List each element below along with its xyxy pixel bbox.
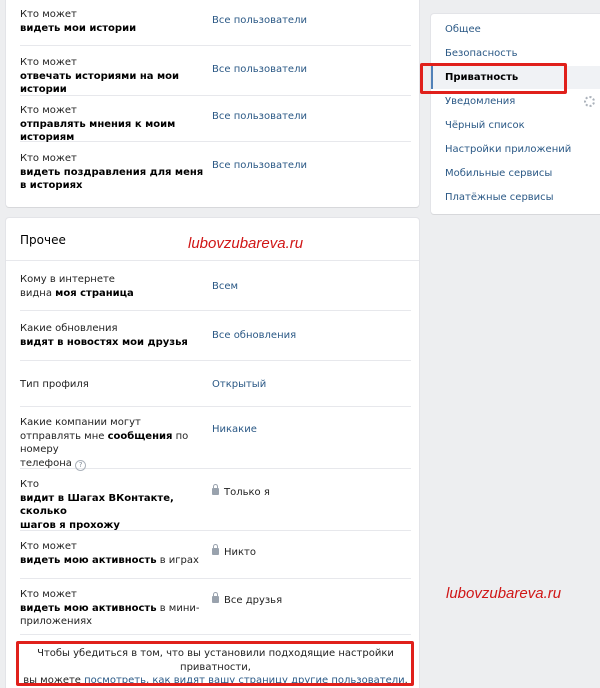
setting-row-company-messages: Какие компании могут отправлять мне сооб…	[20, 407, 411, 471]
view-as-others-link[interactable]: посмотреть, как видят вашу страницу друг…	[84, 675, 404, 686]
setting-value-dropdown[interactable]: Все пользователи	[212, 14, 307, 27]
setting-label: Кто может отвечать историями на мои исто…	[20, 57, 180, 95]
sidebar-item-security[interactable]: Безопасность	[431, 42, 600, 65]
setting-label: Какие компании могут отправлять мне сооб…	[20, 417, 189, 471]
watermark-text: lubovzubareva.ru	[188, 235, 304, 252]
setting-label: Тип профиля	[20, 379, 89, 390]
setting-value-dropdown[interactable]: Никакие	[212, 423, 257, 436]
setting-row-miniapps-activity: Кто может видеть мою активность в мини- …	[20, 579, 411, 635]
privacy-check-note: Чтобы убедиться в том, что вы установили…	[23, 648, 408, 686]
section-title: Прочее	[20, 233, 66, 247]
setting-row-reply-stories: Кто может отвечать историями на мои исто…	[20, 46, 411, 96]
setting-value-dropdown[interactable]: Все пользователи	[212, 159, 307, 172]
setting-row-friends-news: Какие обновления видят в новостях мои др…	[20, 311, 411, 361]
setting-label: Кто может отправлять мнения к моим истор…	[20, 105, 176, 143]
sidebar-item-privacy[interactable]: Приватность	[431, 66, 600, 89]
sidebar-item-notifications[interactable]: Уведомления	[431, 90, 600, 113]
lock-icon	[212, 484, 219, 495]
sidebar-item-mobile-services[interactable]: Мобильные сервисы	[431, 162, 600, 185]
setting-row-profile-type: Тип профиля Открытый	[20, 361, 411, 407]
setting-label: Какие обновления видят в новостях мои др…	[20, 323, 188, 348]
setting-value-locked: Только я	[212, 484, 270, 499]
setting-value-locked: Никто	[212, 544, 256, 559]
setting-label: Кто может видеть мою активность в играх	[20, 541, 199, 566]
setting-row-page-visibility: Кому в интернете видна моя страница Всем	[20, 261, 411, 311]
lock-icon	[212, 544, 219, 555]
lock-icon	[212, 592, 219, 603]
setting-value-dropdown[interactable]: Все пользователи	[212, 63, 307, 76]
other-settings-card: Прочее Кому в интернете видна моя страни…	[6, 218, 419, 688]
setting-row-congrats-stories: Кто может видеть поздравления для меня в…	[20, 142, 411, 202]
setting-value-dropdown[interactable]: Всем	[212, 280, 238, 293]
sidebar-item-app-settings[interactable]: Настройки приложений	[431, 138, 600, 161]
settings-sidebar: Общее Безопасность Приватность Уведомлен…	[431, 14, 600, 214]
setting-row-vk-steps: Кто видит в Шагах ВКонтакте, сколько шаг…	[20, 469, 411, 531]
setting-value-dropdown[interactable]: Все пользователи	[212, 110, 307, 123]
setting-label: Кто видит в Шагах ВКонтакте, сколько шаг…	[20, 479, 174, 531]
stories-privacy-card: Кто может видеть мои истории Все пользов…	[6, 0, 419, 207]
setting-label: Кто может видеть поздравления для меня в…	[20, 153, 204, 191]
gear-icon[interactable]	[584, 96, 595, 107]
setting-row-view-stories: Кто может видеть мои истории Все пользов…	[20, 0, 411, 46]
setting-label: Кто может видеть мои истории	[20, 9, 137, 34]
setting-label: Кому в интернете видна моя страница	[20, 274, 134, 299]
setting-value-dropdown[interactable]: Открытый	[212, 378, 266, 391]
sidebar-item-blacklist[interactable]: Чёрный список	[431, 114, 600, 137]
sidebar-item-payment-services[interactable]: Платёжные сервисы	[431, 186, 600, 209]
watermark-text: lubovzubareva.ru	[446, 585, 562, 602]
setting-row-opinions-stories: Кто может отправлять мнения к моим истор…	[20, 96, 411, 143]
setting-value-dropdown[interactable]: Все обновления	[212, 329, 296, 342]
setting-value-locked: Все друзья	[212, 592, 282, 607]
setting-label: Кто может видеть мою активность в мини- …	[20, 589, 200, 627]
setting-row-games-activity: Кто может видеть мою активность в играх …	[20, 531, 411, 579]
sidebar-item-general[interactable]: Общее	[431, 18, 600, 41]
